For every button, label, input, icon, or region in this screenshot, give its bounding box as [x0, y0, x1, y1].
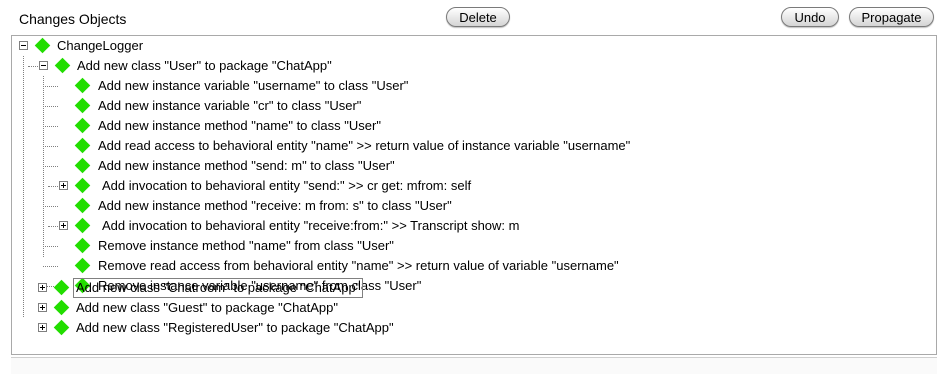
tree-node-root[interactable]: ChangeLogger [12, 36, 212, 56]
green-diamond-icon [74, 117, 91, 134]
tree-node-label: Add new class "Chatroom" to package "Cha… [73, 278, 364, 298]
green-diamond-icon [54, 57, 71, 74]
toolbar: Changes Objects Delete Undo Propagate [0, 0, 939, 34]
green-diamond-icon [74, 97, 91, 114]
tree-node-class-registereduser[interactable]: Add new class "RegisteredUser" to packag… [11, 318, 511, 338]
expand-icon[interactable] [38, 303, 47, 312]
tree-node-label: Add new class "Guest" to package "ChatAp… [76, 300, 338, 315]
green-diamond-icon [53, 279, 70, 296]
green-diamond-icon [74, 257, 91, 274]
green-diamond-icon [74, 77, 91, 94]
green-diamond-icon [74, 197, 91, 214]
tree-node-class-guest[interactable]: Add new class "Guest" to package "ChatAp… [11, 298, 511, 318]
green-diamond-icon [74, 157, 91, 174]
tree-node-label: ChangeLogger [57, 38, 144, 53]
tree-node-label: Remove read access from behavioral entit… [98, 258, 619, 273]
tree-node-change[interactable]: Add new instance method "name" to class … [12, 116, 912, 136]
green-diamond-icon [74, 137, 91, 154]
undo-button[interactable]: Undo [781, 7, 839, 27]
tree-node-label: Add read access to behavioral entity "na… [98, 138, 631, 153]
tree-node-change[interactable]: Remove instance method "name" from class… [12, 236, 912, 256]
green-diamond-icon [53, 319, 70, 336]
window-title: Changes Objects [19, 11, 127, 27]
tree-node-label: Add invocation to behavioral entity "rec… [102, 218, 520, 233]
tree-node-class-chatroom-row[interactable]: Add new class "Chatroom" to package "Cha… [11, 278, 511, 298]
tree-node-label: Add new instance variable "cr" to class … [98, 98, 362, 113]
tree-node-class-user[interactable]: Add new class "User" to package "ChatApp… [12, 56, 512, 76]
tree-node-label: Add invocation to behavioral entity "sen… [102, 178, 472, 193]
tree-node-change[interactable]: Add read access to behavioral entity "na… [12, 136, 912, 156]
tree-node-change[interactable]: Add new instance method "send: m" to cla… [12, 156, 912, 176]
tree-node-change[interactable]: Add new instance variable "username" to … [12, 76, 912, 96]
tree-node-label: Add new instance method "receive: m from… [98, 198, 452, 213]
status-strip [11, 357, 937, 374]
collapse-icon[interactable] [19, 41, 28, 50]
green-diamond-icon [53, 299, 70, 316]
expand-icon[interactable] [59, 221, 68, 230]
expand-icon[interactable] [59, 181, 68, 190]
tree-node-label: Remove instance method "name" from class… [98, 238, 394, 253]
green-diamond-icon [74, 177, 91, 194]
tree-node-label: Add new class "User" to package "ChatApp… [77, 58, 332, 73]
green-diamond-icon [74, 237, 91, 254]
expand-icon[interactable] [38, 323, 47, 332]
tree-node-change[interactable]: Remove read access from behavioral entit… [12, 256, 912, 276]
green-diamond-icon [34, 37, 51, 54]
tree-node-change[interactable]: Add new instance variable "cr" to class … [12, 96, 912, 116]
collapse-icon[interactable] [39, 61, 48, 70]
tree-node-label: Add new instance method "name" to class … [98, 118, 381, 133]
propagate-button[interactable]: Propagate [849, 7, 934, 27]
tree-node-change[interactable]: Add invocation to behavioral entity "sen… [12, 176, 912, 196]
tree-node-label: Add new class "RegisteredUser" to packag… [76, 320, 394, 335]
tree-node-label: Add new instance variable "username" to … [98, 78, 409, 93]
delete-button[interactable]: Delete [446, 7, 510, 27]
tree-node-change[interactable]: Add new instance method "receive: m from… [12, 196, 912, 216]
green-diamond-icon [74, 217, 91, 234]
tree-node-label: Add new instance method "send: m" to cla… [98, 158, 395, 173]
expand-icon[interactable] [38, 283, 47, 292]
tree-node-change[interactable]: Add invocation to behavioral entity "rec… [12, 216, 912, 236]
